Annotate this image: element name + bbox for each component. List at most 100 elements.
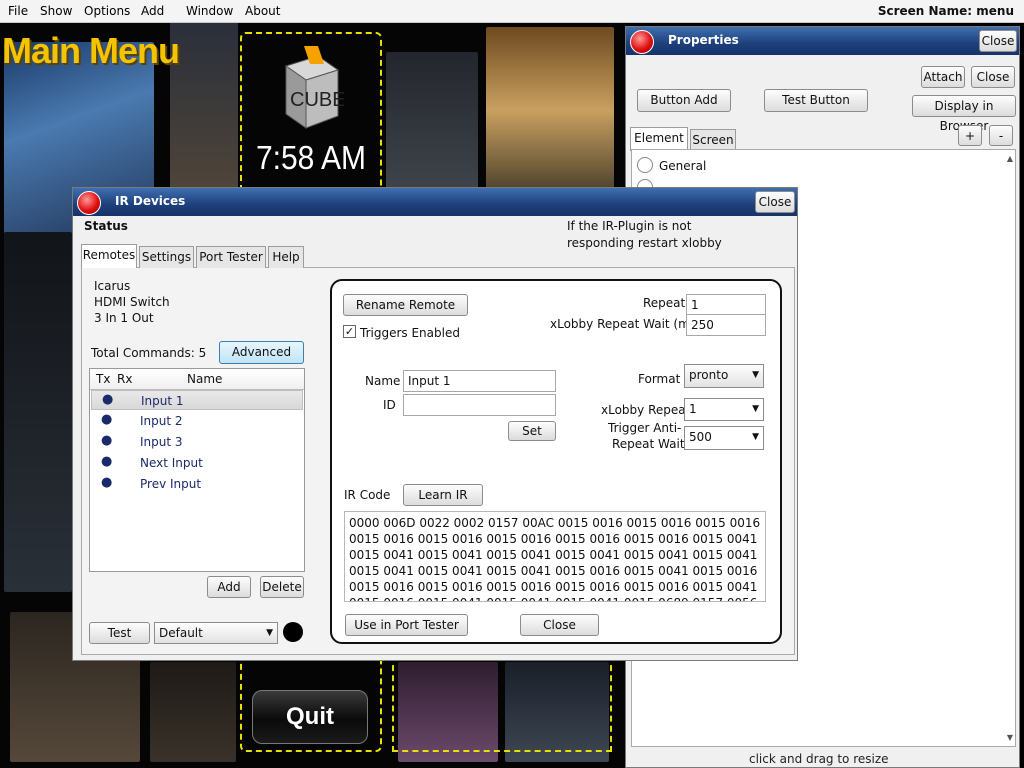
command-row[interactable]: ● Input 3 <box>91 432 303 452</box>
status-message-line1: If the IR-Plugin is not <box>567 219 692 233</box>
device-manufacturer: Icarus <box>94 279 131 293</box>
status-label: Status <box>84 219 128 233</box>
ir-close-title-button[interactable]: Close <box>755 191 795 213</box>
format-select[interactable]: pronto ▼ <box>684 364 764 388</box>
ir-code-label: IR Code <box>344 488 391 502</box>
triggers-enabled-label: Triggers Enabled <box>360 326 460 340</box>
button-add-button[interactable]: Button Add <box>637 89 731 112</box>
screen-name-label: Screen Name: menu <box>877 4 1014 18</box>
scroll-up-arrow-icon[interactable]: ▲ <box>1007 154 1013 163</box>
command-row[interactable]: ● Input 1 <box>91 390 303 410</box>
ir-close-button[interactable]: Close <box>520 614 599 636</box>
column-rx[interactable]: Rx <box>117 372 132 386</box>
chevron-down-icon: ▼ <box>752 432 759 442</box>
tab-port-tester[interactable]: Port Tester <box>196 246 266 268</box>
scroll-down-arrow-icon[interactable]: ▼ <box>1007 733 1013 742</box>
rename-remote-button[interactable]: Rename Remote <box>343 294 468 316</box>
learn-ir-button[interactable]: Learn IR <box>403 484 483 506</box>
delete-command-button[interactable]: Delete <box>260 576 304 598</box>
chevron-down-icon: ▼ <box>752 370 759 380</box>
command-row[interactable]: ● Prev Input <box>91 474 303 494</box>
add-command-button[interactable]: Add <box>207 576 251 598</box>
menu-show[interactable]: Show <box>40 4 72 18</box>
properties-title: Properties <box>668 33 739 47</box>
test-remote-button[interactable]: Test <box>89 622 150 644</box>
repeat-label: Repeat <box>643 296 686 310</box>
menu-about[interactable]: About <box>245 4 280 18</box>
column-tx[interactable]: Tx <box>96 372 110 386</box>
ir-devices-titlebar[interactable]: IR Devices Close <box>73 188 797 216</box>
logo-text: CUBE <box>290 89 344 111</box>
format-value: pronto <box>689 368 729 382</box>
command-name: Prev Input <box>140 477 202 491</box>
quit-button[interactable]: Quit <box>252 690 368 744</box>
expand-plus-button[interactable]: + <box>958 125 982 146</box>
menu-window[interactable]: Window <box>186 4 233 18</box>
profile-select[interactable]: Default ▼ <box>154 622 278 644</box>
id-input[interactable] <box>403 394 556 416</box>
command-list: Tx Rx Name ● Input 1 ● Input 2 ● Input 3 ● N… <box>89 368 305 572</box>
column-name[interactable]: Name <box>187 372 222 386</box>
main-menu-title: Main Menu <box>2 30 180 71</box>
tx-bullet: ● <box>101 454 113 469</box>
tab-settings[interactable]: Settings <box>139 246 194 268</box>
chevron-down-icon: ▼ <box>266 628 273 638</box>
clock-display: 7:58 AM <box>255 140 367 177</box>
tx-bullet: ● <box>101 433 113 448</box>
properties-close-title-button[interactable]: Close <box>979 30 1017 52</box>
name-input[interactable]: Input 1 <box>403 370 556 392</box>
tx-bullet: ● <box>102 392 114 407</box>
selected-tile-outline <box>392 655 612 752</box>
display-in-browser-button[interactable]: Display in Browser <box>912 95 1016 133</box>
repeat-input[interactable]: 1 <box>686 294 766 316</box>
poster-image <box>4 232 72 592</box>
collapse-minus-button[interactable]: - <box>989 125 1013 146</box>
radio-general[interactable] <box>637 157 653 173</box>
command-name: Next Input <box>140 456 203 470</box>
tab-screen[interactable]: Screen <box>690 129 736 151</box>
trigger-anti-repeat-select[interactable]: 500 ▼ <box>684 426 764 450</box>
xlobby-cube-logo: CUBE <box>284 46 344 129</box>
resize-hint: click and drag to resize <box>749 752 889 766</box>
ir-code-textarea[interactable]: 0000 006D 0022 0002 0157 00AC 0015 0016 … <box>344 511 766 602</box>
command-row[interactable]: ● Next Input <box>91 453 303 473</box>
tab-help[interactable]: Help <box>268 246 304 268</box>
tab-remotes[interactable]: Remotes <box>81 244 137 268</box>
repeat-wait-label: xLobby Repeat Wait (ms) <box>550 317 701 331</box>
test-button[interactable]: Test Button <box>764 89 868 112</box>
window-orb-icon[interactable] <box>77 191 101 215</box>
xlobby-repeat-label: xLobby Repeat <box>601 403 691 417</box>
xlobby-repeat-value: 1 <box>689 402 697 416</box>
properties-titlebar[interactable]: Properties Close <box>626 27 1019 55</box>
trigger-anti-label-line2: Repeat Wait <box>612 437 685 451</box>
menu-file[interactable]: File <box>8 4 28 18</box>
xlobby-repeat-select[interactable]: 1 ▼ <box>684 398 764 421</box>
command-name: Input 2 <box>140 414 183 428</box>
command-name: Input 1 <box>141 394 184 408</box>
device-model: 3 In 1 Out <box>94 311 154 325</box>
set-button[interactable]: Set <box>508 421 556 441</box>
command-name: Input 3 <box>140 435 183 449</box>
device-name: HDMI Switch <box>94 295 170 309</box>
menu-add[interactable]: Add <box>141 4 164 18</box>
properties-close-button[interactable]: Close <box>971 66 1015 88</box>
window-orb-icon[interactable] <box>630 30 654 54</box>
command-row[interactable]: ● Input 2 <box>91 411 303 431</box>
triggers-enabled-checkbox[interactable]: ✓ <box>343 325 356 338</box>
name-label: Name <box>365 374 401 388</box>
advanced-button[interactable]: Advanced <box>219 341 304 364</box>
trigger-anti-repeat-value: 500 <box>689 430 712 444</box>
chevron-down-icon: ▼ <box>752 404 759 414</box>
status-indicator-icon <box>283 622 303 642</box>
attach-button[interactable]: Attach <box>921 66 965 88</box>
status-message-line2: responding restart xlobby <box>567 236 722 250</box>
id-label: ID <box>383 398 396 412</box>
tab-element[interactable]: Element <box>630 127 688 151</box>
general-label: General <box>659 159 707 173</box>
repeat-wait-input[interactable]: 250 <box>686 314 766 336</box>
poster-image <box>486 27 614 212</box>
menu-options[interactable]: Options <box>84 4 130 18</box>
total-commands-label: Total Commands: 5 <box>91 346 207 360</box>
use-in-port-tester-button[interactable]: Use in Port Tester <box>345 614 468 636</box>
command-list-header: Tx Rx Name <box>90 369 304 390</box>
